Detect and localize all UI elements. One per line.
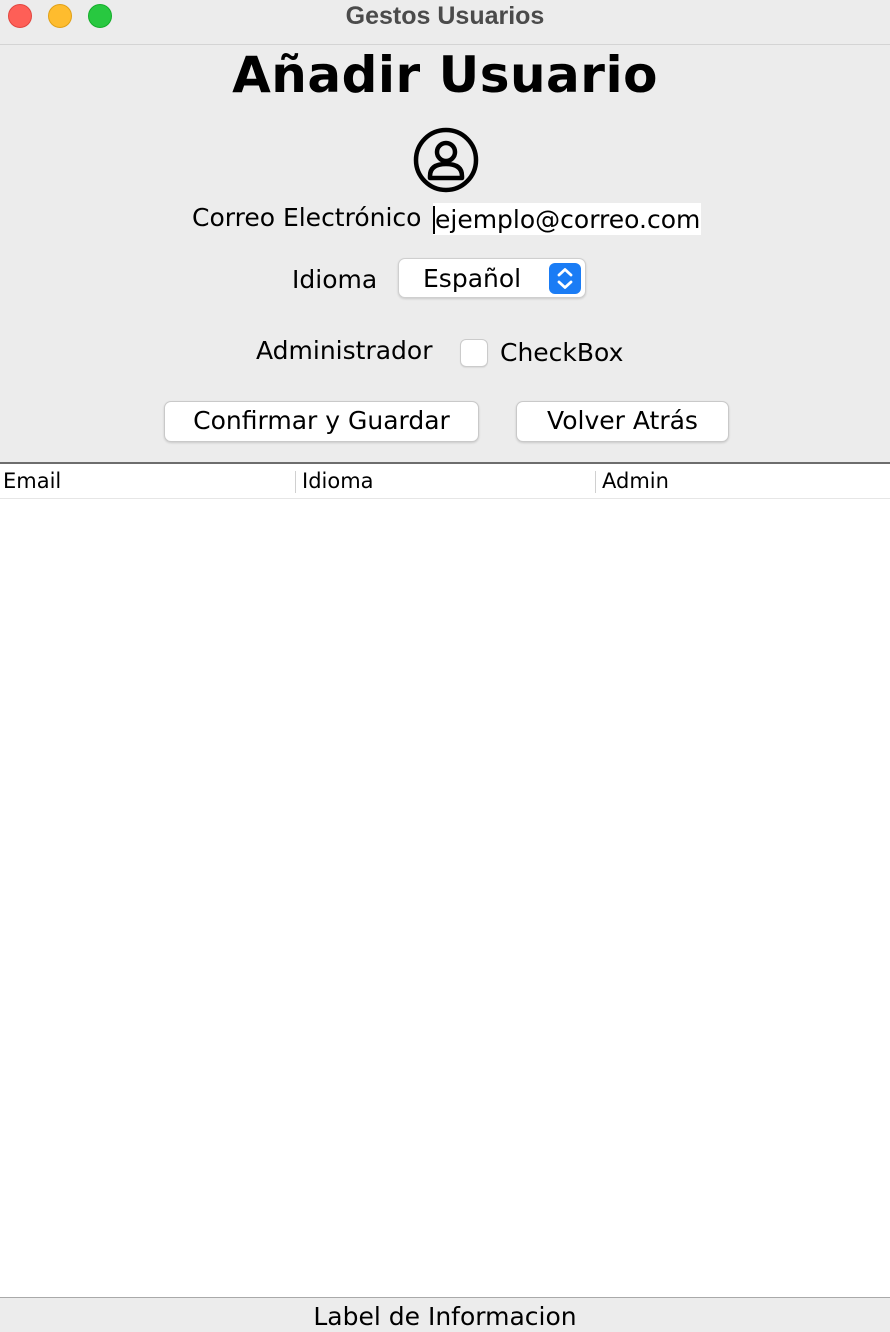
column-divider[interactable] (295, 471, 296, 493)
language-select-value: Español (423, 264, 522, 293)
table-header: Email Idioma Admin (0, 464, 890, 499)
back-button[interactable]: Volver Atrás (516, 401, 729, 442)
save-button[interactable]: Confirmar y Guardar (164, 401, 479, 442)
window-title: Gestos Usuarios (345, 2, 545, 30)
email-field[interactable] (433, 203, 701, 235)
status-bar: Label de Informacion (0, 1299, 890, 1332)
column-header-admin[interactable]: Admin (602, 469, 669, 493)
text-caret (433, 206, 435, 234)
updown-chevron-icon (549, 263, 581, 294)
column-divider[interactable] (595, 471, 596, 493)
language-select[interactable]: Español (398, 258, 586, 298)
users-table[interactable]: Email Idioma Admin (0, 462, 890, 1298)
info-label: Label de Informacion (313, 1302, 577, 1331)
window-titlebar: Gestos Usuarios (0, 0, 890, 45)
email-label: Correo Electrónico (192, 203, 422, 232)
page-title: Añadir Usuario (232, 46, 658, 104)
admin-label: Administrador (256, 336, 433, 365)
column-header-idioma[interactable]: Idioma (302, 469, 374, 493)
admin-checkbox[interactable] (460, 339, 488, 367)
admin-checkbox-label[interactable]: CheckBox (500, 338, 623, 367)
user-avatar-icon (413, 127, 479, 193)
column-header-email[interactable]: Email (3, 469, 61, 493)
language-label: Idioma (292, 265, 378, 294)
